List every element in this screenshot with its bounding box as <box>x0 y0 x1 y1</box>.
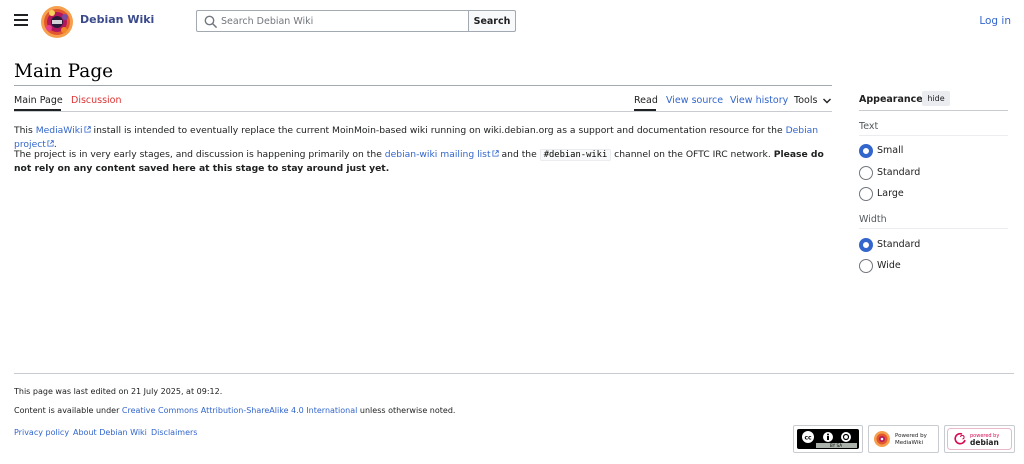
text: unless otherwise noted. <box>357 406 456 415</box>
debian-swirl-icon: powered by debian <box>947 428 1012 450</box>
external-link-icon <box>492 150 499 157</box>
tab-view-history[interactable]: View history <box>730 95 788 106</box>
search-input[interactable] <box>221 14 461 28</box>
tab-read[interactable]: Read <box>634 95 658 106</box>
text: This <box>14 125 36 136</box>
option-label: Wide <box>877 260 901 271</box>
site-logo[interactable] <box>40 5 74 39</box>
chevron-down-icon[interactable] <box>821 95 833 107</box>
mediawiki-icon: Powered by MediaWiki <box>874 431 928 447</box>
license-link[interactable]: Creative Commons Attribution-ShareAlike … <box>122 406 357 415</box>
footer-divider <box>14 373 1014 374</box>
section-divider <box>859 228 1008 229</box>
irc-channel-code: #debian-wiki <box>539 149 612 161</box>
option-label: Large <box>877 188 904 199</box>
tab-tools[interactable]: Tools <box>794 95 817 106</box>
mediawiki-link[interactable]: MediaWiki <box>36 125 91 136</box>
search-icon <box>204 15 218 29</box>
external-link-icon <box>47 140 54 147</box>
radio-unchecked[interactable] <box>859 187 873 201</box>
last-edited-info: This page was last edited on 21 July 202… <box>14 387 223 396</box>
radio-unchecked[interactable] <box>859 259 873 273</box>
option-label: Small <box>877 145 904 156</box>
search-box[interactable] <box>196 10 469 32</box>
tab-main-page[interactable]: Main Page <box>14 95 63 106</box>
page-title: Main Page <box>14 61 114 82</box>
site-name[interactable]: Debian Wiki <box>80 13 154 26</box>
radio-checked[interactable] <box>859 238 873 252</box>
link-text: debian-wiki mailing list <box>384 149 491 160</box>
license-info: Content is available under Creative Comm… <box>14 406 455 415</box>
menu-icon[interactable] <box>14 14 28 26</box>
privacy-policy-link[interactable]: Privacy policy <box>14 428 69 437</box>
external-link-icon <box>84 126 91 133</box>
text: channel on the OFTC IRC network. <box>611 149 774 160</box>
powered-by-debian-badge[interactable]: powered by debian <box>944 425 1015 453</box>
about-link[interactable]: About Debian Wiki <box>73 428 147 437</box>
mailing-list-link[interactable]: debian-wiki mailing list <box>385 149 499 160</box>
disclaimers-link[interactable]: Disclaimers <box>151 428 197 437</box>
text: Content is available under <box>14 406 122 415</box>
login-link[interactable]: Log in <box>979 15 1011 27</box>
appearance-title: Appearance <box>859 94 923 105</box>
cc-by-sa-badge[interactable]: cc BY SA <box>793 425 863 453</box>
text: The project is in very early stages, and… <box>14 149 385 160</box>
powered-by-mediawiki-badge[interactable]: Powered by MediaWiki <box>868 425 939 453</box>
tab-discussion[interactable]: Discussion <box>71 95 122 106</box>
search-button[interactable]: Search <box>468 10 516 32</box>
svg-text:cc: cc <box>804 435 812 442</box>
title-divider <box>14 85 832 86</box>
link-text: MediaWiki <box>35 125 83 136</box>
svg-text:Powered by: Powered by <box>895 433 928 439</box>
text-size-label: Text <box>859 121 879 132</box>
radio-checked[interactable] <box>859 144 873 158</box>
tabs-divider <box>14 111 832 112</box>
tab-view-source[interactable]: View source <box>666 95 723 106</box>
hide-button[interactable]: hide <box>922 91 950 106</box>
svg-text:MediaWiki: MediaWiki <box>895 440 924 446</box>
cc-license-icon: cc BY SA <box>797 429 859 449</box>
width-label: Width <box>859 214 887 225</box>
appearance-divider <box>859 110 1008 111</box>
status-paragraph: The project is in very early stages, and… <box>14 148 834 176</box>
svg-text:debian: debian <box>970 438 999 447</box>
option-label: Standard <box>877 239 921 250</box>
svg-text:BY SA: BY SA <box>830 443 842 448</box>
option-label: Standard <box>877 167 921 178</box>
section-divider <box>859 135 1008 136</box>
text: and the <box>498 149 540 160</box>
radio-unchecked[interactable] <box>859 166 873 180</box>
text: install is intended to eventually replac… <box>90 125 786 136</box>
